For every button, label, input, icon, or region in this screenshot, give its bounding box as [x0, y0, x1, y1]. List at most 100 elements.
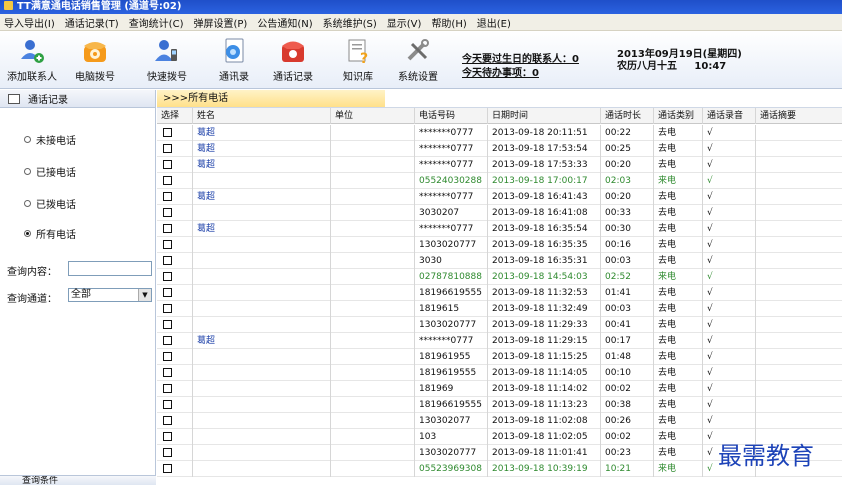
col-recording[interactable]: 通话录音 [703, 108, 756, 124]
speed-dial-button[interactable]: 快速拨号 [137, 35, 197, 87]
add-contact-button[interactable]: 添加联系人 [2, 35, 62, 87]
query-conditions-tab[interactable]: 查询条件 [0, 475, 156, 485]
table-row[interactable]: 18196619555 2013-09-18 11:32:53 01:41 去电 √ [157, 285, 842, 301]
col-unit[interactable]: 单位 [331, 108, 415, 124]
birthday-reminder-link[interactable]: 今天要过生日的联系人：0 [462, 50, 579, 65]
table-row[interactable]: 1303020777 2013-09-18 16:35:35 00:16 去电 √ [157, 237, 842, 253]
cell-summary [756, 173, 842, 189]
table-row[interactable]: 葛超 *******0777 2013-09-18 11:29:15 00:17 去电 √ [157, 333, 842, 349]
table-row[interactable]: 3030 2013-09-18 16:35:31 00:03 去电 √ [157, 253, 842, 269]
cell-summary [756, 333, 842, 349]
row-checkbox[interactable] [163, 192, 172, 201]
row-checkbox[interactable] [163, 368, 172, 377]
filter-all-calls[interactable]: 所有电话 [24, 226, 76, 241]
table-row[interactable]: 葛超 *******0777 2013-09-18 20:11:51 00:22 去电 √ [157, 125, 842, 141]
cell-recording: √ [703, 189, 756, 205]
address-book-button[interactable]: 通讯录 [204, 35, 264, 87]
pc-dial-button[interactable]: 电脑拨号 [65, 35, 125, 87]
cell-type: 来电 [654, 461, 703, 477]
table-row[interactable]: 葛超 *******0777 2013-09-18 17:53:33 00:20 去电 √ [157, 157, 842, 173]
table-row[interactable]: 葛超 *******0777 2013-09-18 16:41:43 00:20 去电 √ [157, 189, 842, 205]
table-row[interactable]: 3030207 2013-09-18 16:41:08 00:33 去电 √ [157, 205, 842, 221]
cell-phone: 3030207 [415, 205, 488, 221]
col-duration[interactable]: 通话时长 [601, 108, 654, 124]
cell-select [157, 269, 193, 285]
filter-missed-calls[interactable]: 未接电话 [24, 132, 76, 147]
cell-recording: √ [703, 221, 756, 237]
cell-datetime: 2013-09-18 17:53:54 [488, 141, 601, 157]
cell-phone: *******0777 [415, 125, 488, 141]
menu-system-maintenance[interactable]: 系统维护(S) [323, 15, 377, 30]
filter-answered-calls[interactable]: 已接电话 [24, 164, 76, 179]
col-select[interactable]: 选择 [157, 108, 193, 124]
row-checkbox[interactable] [163, 320, 172, 329]
row-checkbox[interactable] [163, 128, 172, 137]
row-checkbox[interactable] [163, 176, 172, 185]
cell-name [193, 269, 331, 285]
cell-duration: 00:26 [601, 413, 654, 429]
cell-name: 葛超 [193, 189, 331, 205]
row-checkbox[interactable] [163, 304, 172, 313]
system-settings-button[interactable]: 系统设置 [388, 35, 448, 87]
cell-duration: 00:25 [601, 141, 654, 157]
col-name[interactable]: 姓名 [193, 108, 331, 124]
row-checkbox[interactable] [163, 288, 172, 297]
cell-recording: √ [703, 237, 756, 253]
table-row[interactable]: 1303020777 2013-09-18 11:29:33 00:41 去电 √ [157, 317, 842, 333]
todo-reminder-link[interactable]: 今天待办事项：0 [462, 64, 539, 79]
table-row[interactable]: 02787810888 2013-09-18 14:54:03 02:52 来电 √ [157, 269, 842, 285]
table-row[interactable]: 1819619555 2013-09-18 11:14:05 00:10 去电 √ [157, 365, 842, 381]
cell-datetime: 2013-09-18 16:41:08 [488, 205, 601, 221]
cell-unit [331, 125, 415, 141]
col-type[interactable]: 通话类别 [654, 108, 703, 124]
filter-dialed-calls[interactable]: 已拨电话 [24, 196, 76, 211]
menu-popup-settings[interactable]: 弹屏设置(P) [193, 15, 247, 30]
row-checkbox[interactable] [163, 448, 172, 457]
table-row[interactable]: 18196619555 2013-09-18 11:13:23 00:38 去电 √ [157, 397, 842, 413]
row-checkbox[interactable] [163, 336, 172, 345]
row-checkbox[interactable] [163, 400, 172, 409]
table-row[interactable]: 葛超 *******0777 2013-09-18 16:35:54 00:30 去电 √ [157, 221, 842, 237]
col-phone[interactable]: 电话号码 [415, 108, 488, 124]
row-checkbox[interactable] [163, 144, 172, 153]
channel-select[interactable]: 全部 ▼ [68, 288, 152, 302]
address-book-label: 通讯录 [219, 72, 249, 83]
cell-name: 葛超 [193, 221, 331, 237]
menu-query-stats[interactable]: 查询统计(C) [129, 15, 184, 30]
row-checkbox[interactable] [163, 384, 172, 393]
menu-help[interactable]: 帮助(H) [431, 15, 466, 30]
table-row[interactable]: 181969 2013-09-18 11:14:02 00:02 去电 √ [157, 381, 842, 397]
row-checkbox[interactable] [163, 464, 172, 473]
row-checkbox[interactable] [163, 160, 172, 169]
col-summary[interactable]: 通话摘要 [756, 108, 842, 124]
row-checkbox[interactable] [163, 224, 172, 233]
row-checkbox[interactable] [163, 432, 172, 441]
row-checkbox[interactable] [163, 272, 172, 281]
row-checkbox[interactable] [163, 208, 172, 217]
knowledge-base-button[interactable]: ? 知识库 [328, 35, 388, 87]
cell-name [193, 285, 331, 301]
table-row[interactable]: 1819615 2013-09-18 11:32:49 00:03 去电 √ [157, 301, 842, 317]
cell-duration: 00:22 [601, 125, 654, 141]
cell-type: 去电 [654, 141, 703, 157]
menu-announcements[interactable]: 公告通知(N) [257, 15, 312, 30]
table-row[interactable]: 05524030288 2013-09-18 17:00:17 02:03 来电 √ [157, 173, 842, 189]
cell-select [157, 205, 193, 221]
search-input[interactable] [68, 261, 152, 276]
call-record-button[interactable]: 通话记录 [263, 35, 323, 87]
col-datetime[interactable]: 日期时间 [488, 108, 601, 124]
table-row[interactable]: 葛超 *******0777 2013-09-18 17:53:54 00:25 去电 √ [157, 141, 842, 157]
row-checkbox[interactable] [163, 416, 172, 425]
pc-dial-label: 电脑拨号 [75, 72, 115, 83]
menu-import-export[interactable]: 导入导出(I) [4, 15, 55, 30]
table-row[interactable]: 130302077 2013-09-18 11:02:08 00:26 去电 √ [157, 413, 842, 429]
row-checkbox[interactable] [163, 240, 172, 249]
row-checkbox[interactable] [163, 256, 172, 265]
menu-view[interactable]: 显示(V) [387, 15, 422, 30]
menu-call-records[interactable]: 通话记录(T) [65, 15, 119, 30]
menu-exit[interactable]: 退出(E) [477, 15, 511, 30]
filter-label: 已拨电话 [36, 200, 76, 211]
row-checkbox[interactable] [163, 352, 172, 361]
table-row[interactable]: 181961955 2013-09-18 11:15:25 01:48 去电 √ [157, 349, 842, 365]
cell-phone: 181961955 [415, 349, 488, 365]
